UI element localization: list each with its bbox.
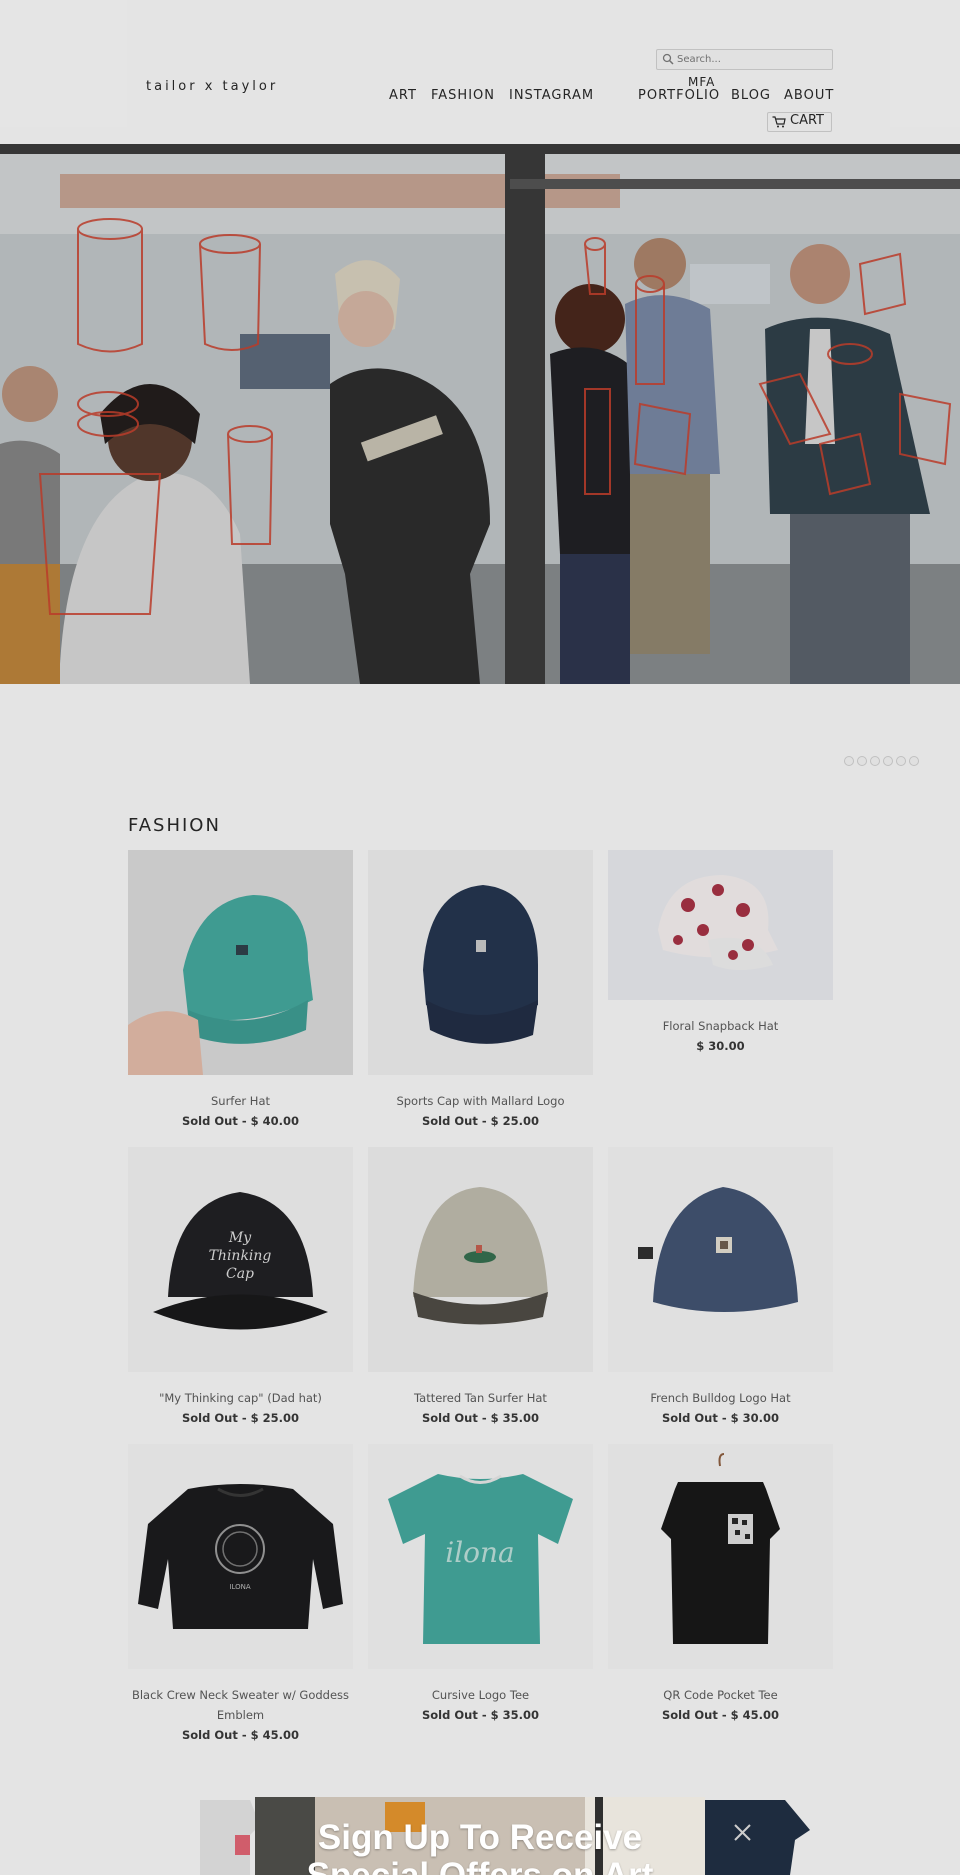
sold-out-label: Sold Out: [182, 1114, 238, 1128]
price-value: $ 45.00: [730, 1708, 779, 1722]
product-price: Sold Out - $ 25.00: [422, 1114, 539, 1128]
product-image[interactable]: My Thinking Cap: [128, 1147, 353, 1372]
product-price: $ 30.00: [608, 1036, 833, 1056]
product-card[interactable]: ilona Cursive Logo Tee Sold Out - $ 35.0…: [368, 1444, 593, 1725]
price-value: $ 35.00: [490, 1708, 539, 1722]
carousel-dot[interactable]: [896, 756, 906, 766]
carousel-dot[interactable]: [909, 756, 919, 766]
product-name[interactable]: QR Code Pocket Tee: [608, 1685, 833, 1705]
carousel-dot[interactable]: [857, 756, 867, 766]
hero-illustration: [0, 144, 960, 684]
cart-button[interactable]: CART: [767, 112, 832, 132]
product-card[interactable]: Tattered Tan Surfer Hat Sold Out - $ 35.…: [368, 1147, 593, 1428]
product-name[interactable]: Surfer Hat: [128, 1091, 353, 1111]
nav-fashion[interactable]: FASHION: [431, 88, 495, 103]
sold-out-label: Sold Out: [422, 1114, 478, 1128]
product-card[interactable]: Floral Snapback Hat $ 30.00: [608, 850, 833, 1056]
product-card[interactable]: My Thinking Cap "My Thinking cap" (Dad h…: [128, 1147, 353, 1428]
product-price: Sold Out - $ 40.00: [182, 1114, 299, 1128]
hero-image: [0, 144, 960, 684]
carousel-dot[interactable]: [883, 756, 893, 766]
svg-text:Cap: Cap: [226, 1266, 254, 1282]
product-name[interactable]: French Bulldog Logo Hat: [608, 1388, 833, 1408]
search-icon: [662, 53, 674, 65]
carousel-dot[interactable]: [870, 756, 880, 766]
product-image-partial[interactable]: [190, 1795, 260, 1875]
product-price: Sold Out - $ 45.00: [182, 1728, 299, 1742]
product-card[interactable]: French Bulldog Logo Hat Sold Out - $ 30.…: [608, 1147, 833, 1428]
cart-icon: [772, 116, 786, 128]
price-value: $ 35.00: [490, 1411, 539, 1425]
product-name[interactable]: "My Thinking cap" (Dad hat): [128, 1388, 353, 1408]
cart-label: CART: [790, 113, 824, 128]
product-price: Sold Out - $ 35.00: [422, 1411, 539, 1425]
product-image[interactable]: [368, 1147, 593, 1372]
sold-out-label: Sold Out: [422, 1708, 478, 1722]
popup-title: Sign Up To Receive Special Offers on Art: [307, 1818, 654, 1875]
sold-out-label: Sold Out: [182, 1411, 238, 1425]
product-image[interactable]: [608, 1444, 833, 1669]
section-title-fashion: FASHION: [128, 815, 221, 836]
site-header: tailor x taylor ART FASHION INSTAGRAM MF…: [0, 0, 960, 144]
nav-mfa-label[interactable]: MFA: [688, 75, 715, 89]
product-card[interactable]: QR Code Pocket Tee Sold Out - $ 45.00: [608, 1444, 833, 1725]
carousel-dot[interactable]: [844, 756, 854, 766]
product-card[interactable]: ILONA Black Crew Neck Sweater w/ Goddess…: [128, 1444, 353, 1745]
nav-about[interactable]: ABOUT: [784, 88, 834, 103]
product-image[interactable]: ILONA: [128, 1444, 353, 1669]
product-price: Sold Out - $ 30.00: [662, 1411, 779, 1425]
product-name[interactable]: Cursive Logo Tee: [368, 1685, 593, 1705]
carousel-dots: [844, 751, 922, 766]
product-price: Sold Out - $ 35.00: [422, 1708, 539, 1722]
sold-out-label: Sold Out: [662, 1708, 718, 1722]
nav-portfolio[interactable]: PORTFOLIO: [638, 88, 720, 103]
product-card[interactable]: Sports Cap with Mallard Logo Sold Out - …: [368, 850, 593, 1131]
price-value: $ 40.00: [250, 1114, 299, 1128]
product-image[interactable]: [608, 850, 833, 1000]
sold-out-label: Sold Out: [422, 1411, 478, 1425]
site-logo[interactable]: tailor x taylor: [146, 79, 278, 94]
sold-out-label: Sold Out: [662, 1411, 718, 1425]
product-image-partial[interactable]: [705, 1795, 810, 1875]
product-price: Sold Out - $ 25.00: [182, 1411, 299, 1425]
svg-text:ilona: ilona: [445, 1536, 515, 1569]
price-value: $ 30.00: [730, 1411, 779, 1425]
product-name[interactable]: Floral Snapback Hat: [608, 1016, 833, 1036]
product-price: Sold Out - $ 45.00: [662, 1708, 779, 1722]
svg-text:My: My: [228, 1230, 252, 1246]
search-input[interactable]: [677, 50, 827, 69]
price-value: $ 25.00: [490, 1114, 539, 1128]
svg-text:ILONA: ILONA: [229, 1583, 250, 1591]
product-card[interactable]: Surfer Hat Sold Out - $ 40.00: [128, 850, 353, 1131]
product-name[interactable]: Sports Cap with Mallard Logo: [368, 1091, 593, 1111]
product-image[interactable]: [368, 850, 593, 1075]
product-name[interactable]: Black Crew Neck Sweater w/ Goddess Emble…: [128, 1685, 353, 1725]
product-image[interactable]: [128, 850, 353, 1075]
price-value: $ 25.00: [250, 1411, 299, 1425]
sold-out-label: Sold Out: [182, 1728, 238, 1742]
nav-instagram[interactable]: INSTAGRAM: [509, 88, 594, 103]
product-name[interactable]: Tattered Tan Surfer Hat: [368, 1388, 593, 1408]
nav-art[interactable]: ART: [389, 88, 417, 103]
nav-blog[interactable]: BLOG: [731, 88, 771, 103]
product-image[interactable]: [608, 1147, 833, 1372]
product-image[interactable]: ilona: [368, 1444, 593, 1669]
price-value: $ 45.00: [250, 1728, 299, 1742]
search-box[interactable]: [656, 49, 833, 70]
svg-text:Thinking: Thinking: [209, 1248, 272, 1264]
signup-popup: Sign Up To Receive Special Offers on Art: [255, 1797, 705, 1875]
price-value: $ 30.00: [696, 1039, 745, 1053]
